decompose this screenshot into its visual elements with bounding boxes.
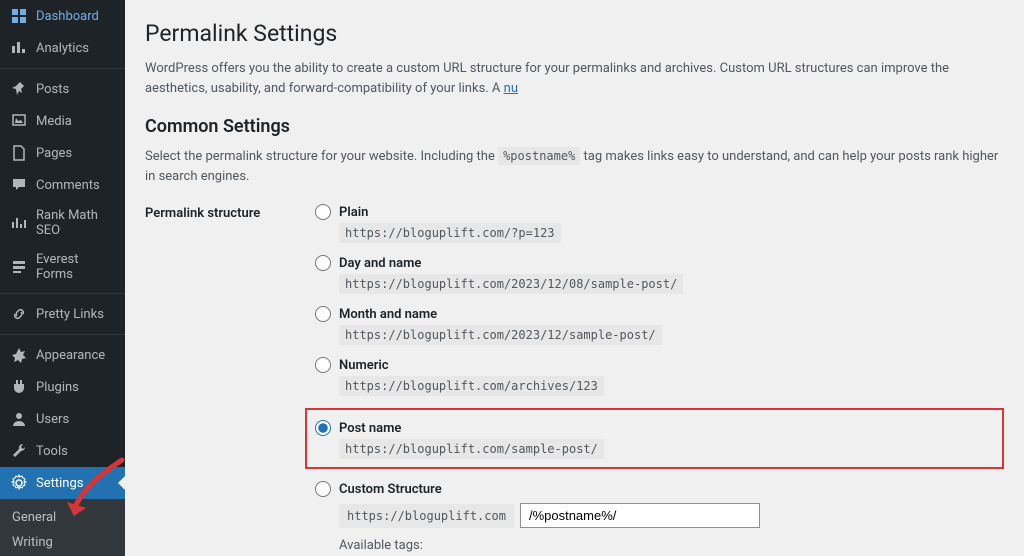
admin-sidebar: Dashboard Analytics Posts Media Pages Comment… xyxy=(0,0,125,556)
sidebar-item-settings[interactable]: Settings xyxy=(0,467,125,499)
permalink-radio[interactable] xyxy=(315,357,331,373)
pin-icon xyxy=(10,80,28,98)
permalink-option-post-name: Post name https://bloguplift.com/sample-p… xyxy=(305,408,1004,469)
submenu-item-general[interactable]: General xyxy=(0,505,125,530)
permalink-option-plain: Plain https://bloguplift.com/?p=123 xyxy=(315,204,1004,241)
sidebar-item-label: Everest Forms xyxy=(36,252,117,282)
sidebar-item-label: Users xyxy=(36,412,69,427)
permalink-option-label[interactable]: Numeric xyxy=(339,358,389,373)
permalink-radio[interactable] xyxy=(315,420,331,436)
sidebar-item-label: Plugins xyxy=(36,380,79,395)
tools-icon xyxy=(10,442,28,460)
sidebar-item-rank-math-seo[interactable]: Rank Math SEO xyxy=(0,201,125,245)
permalink-radio[interactable] xyxy=(315,204,331,220)
sidebar-item-everest-forms[interactable]: Everest Forms xyxy=(0,245,125,289)
sidebar-item-analytics[interactable]: Analytics xyxy=(0,32,125,64)
intro-text: WordPress offers you the ability to crea… xyxy=(145,59,1004,98)
page-title: Permalink Settings xyxy=(145,20,1004,47)
permalink-example-url: https://bloguplift.com/?p=123 xyxy=(339,223,561,243)
media-icon xyxy=(10,112,28,130)
sidebar-item-label: Media xyxy=(36,114,72,129)
main-content: Permalink Settings WordPress offers you … xyxy=(125,0,1024,556)
common-settings-heading: Common Settings xyxy=(145,116,1004,137)
sidebar-item-label: Appearance xyxy=(36,348,105,363)
appearance-icon xyxy=(10,346,28,364)
link-icon xyxy=(10,305,28,323)
sidebar-item-pretty-links[interactable]: Pretty Links xyxy=(0,298,125,330)
sidebar-item-posts[interactable]: Posts xyxy=(0,73,125,105)
permalink-option-numeric: Numeric https://bloguplift.com/archives/1… xyxy=(315,357,1004,394)
sidebar-item-label: Posts xyxy=(36,82,69,97)
permalink-option-day-and-name: Day and name https://bloguplift.com/2023/… xyxy=(315,255,1004,292)
analytics-icon xyxy=(10,39,28,57)
permalink-option-label[interactable]: Post name xyxy=(339,421,401,436)
sidebar-item-label: Comments xyxy=(36,178,100,193)
common-desc: Select the permalink structure for your … xyxy=(145,147,1004,186)
sidebar-item-plugins[interactable]: Plugins xyxy=(0,371,125,403)
permalink-example-url: https://bloguplift.com/2023/12/08/sample… xyxy=(339,274,683,294)
permalink-options: Plain https://bloguplift.com/?p=123 Day an… xyxy=(315,204,1004,556)
permalink-option-month-and-name: Month and name https://bloguplift.com/202… xyxy=(315,306,1004,343)
settings-icon xyxy=(10,474,28,492)
permalink-option-label[interactable]: Plain xyxy=(339,205,368,220)
custom-structure-input[interactable] xyxy=(520,503,760,528)
sidebar-item-appearance[interactable]: Appearance xyxy=(0,339,125,371)
custom-base-url: https://bloguplift.com xyxy=(339,504,514,528)
permalink-structure-label: Permalink structure xyxy=(145,204,315,556)
permalink-option-label[interactable]: Custom Structure xyxy=(339,482,442,497)
users-icon xyxy=(10,410,28,428)
permalink-example-url: https://bloguplift.com/sample-post/ xyxy=(339,439,604,459)
settings-submenu: GeneralWritingReadingDiscussionMediaPerm… xyxy=(0,499,125,556)
sidebar-item-pages[interactable]: Pages xyxy=(0,137,125,169)
sidebar-item-dashboard[interactable]: Dashboard xyxy=(0,0,125,32)
sidebar-item-tools[interactable]: Tools xyxy=(0,435,125,467)
available-tags-label: Available tags: xyxy=(339,538,1004,553)
sidebar-item-media[interactable]: Media xyxy=(0,105,125,137)
sidebar-item-comments[interactable]: Comments xyxy=(0,169,125,201)
plugins-icon xyxy=(10,378,28,396)
sidebar-item-label: Analytics xyxy=(36,41,89,56)
permalink-example-url: https://bloguplift.com/archives/123 xyxy=(339,376,604,396)
comments-icon xyxy=(10,176,28,194)
sidebar-item-label: Tools xyxy=(36,444,68,459)
sidebar-item-label: Dashboard xyxy=(36,9,99,24)
page-icon xyxy=(10,144,28,162)
sidebar-item-label: Rank Math SEO xyxy=(36,208,117,238)
permalink-radio[interactable] xyxy=(315,481,331,497)
permalink-radio[interactable] xyxy=(315,255,331,271)
sidebar-item-label: Pretty Links xyxy=(36,307,104,322)
dashboard-icon xyxy=(10,7,28,25)
submenu-item-writing[interactable]: Writing xyxy=(0,530,125,555)
permalink-radio[interactable] xyxy=(315,306,331,322)
sidebar-item-label: Pages xyxy=(36,146,72,161)
forms-icon xyxy=(10,258,28,276)
permalink-option-label[interactable]: Month and name xyxy=(339,307,437,322)
intro-link[interactable]: nu xyxy=(504,81,518,96)
permalink-option-label[interactable]: Day and name xyxy=(339,256,421,271)
rankmath-icon xyxy=(10,214,28,232)
permalink-example-url: https://bloguplift.com/2023/12/sample-po… xyxy=(339,325,662,345)
permalink-option-custom-structure: Custom Structure https://bloguplift.com Av… xyxy=(315,481,1004,556)
sidebar-item-label: Settings xyxy=(36,476,83,491)
sidebar-item-users[interactable]: Users xyxy=(0,403,125,435)
